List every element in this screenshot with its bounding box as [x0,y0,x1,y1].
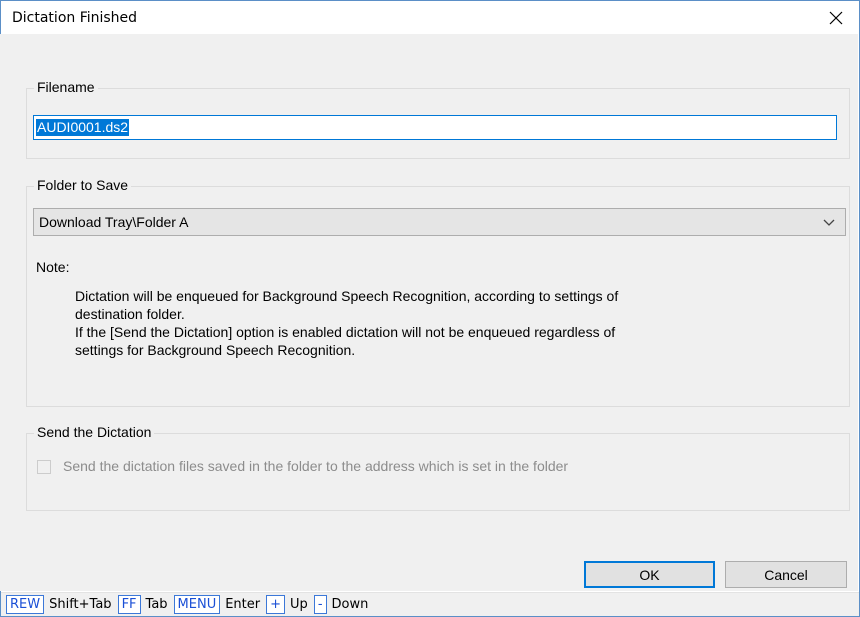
key-minus: - [313,595,327,614]
key-menu: MENU [173,595,221,614]
filename-value: AUDI0001.ds2 [36,119,130,136]
key-plus: + [266,595,286,614]
key-ff: FF [117,595,141,614]
send-dictation-checkbox[interactable] [37,460,51,474]
key-menu-desc: Enter [225,597,261,612]
note-label: Note: [36,259,70,275]
window-title: Dictation Finished [12,10,138,26]
key-rew-desc: Shift+Tab [49,597,112,612]
filename-input[interactable]: AUDI0001.ds2 [33,115,837,140]
close-button[interactable] [813,1,859,35]
close-icon [829,11,843,25]
send-dictation-label: Send the dictation files saved in the fo… [63,458,569,474]
folder-select[interactable]: Download Tray\Folder A [33,208,846,236]
send-legend: Send the Dictation [34,424,155,440]
folder-select-value: Download Tray\Folder A [39,214,189,230]
key-minus-desc: Down [331,597,369,612]
key-ff-desc: Tab [145,597,168,612]
key-plus-desc: Up [290,597,308,612]
chevron-down-icon [823,219,835,226]
title-bar[interactable]: Dictation Finished [1,1,859,35]
key-hint-bar: REW Shift+Tab FF Tab MENU Enter + Up - D… [1,592,859,616]
note-text: Dictation will be enqueued for Backgroun… [75,288,619,358]
ok-button[interactable]: OK [584,561,715,588]
cancel-button[interactable]: Cancel [725,561,847,588]
folder-legend: Folder to Save [34,177,132,193]
key-rew: REW [6,595,45,614]
filename-legend: Filename [34,79,98,95]
